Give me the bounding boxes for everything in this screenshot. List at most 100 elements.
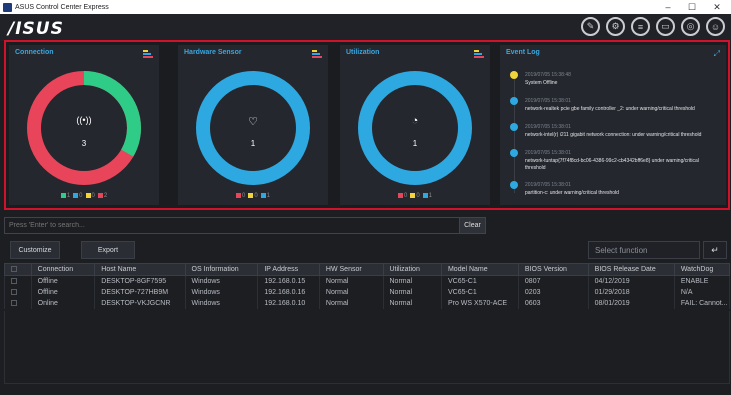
log-dot xyxy=(510,71,518,79)
column-header[interactable]: HW Sensor xyxy=(318,263,384,276)
row-checkbox[interactable] xyxy=(4,286,32,298)
column-header[interactable]: WatchDog xyxy=(673,263,731,276)
search-bar: Clear xyxy=(4,217,486,234)
hardware-sensor-count: 1 xyxy=(250,139,256,148)
table-row[interactable]: Offline DESKTOP-727HB9M Windows 192.168.… xyxy=(4,286,731,298)
log-time: 2019/07/05 15:38:48 xyxy=(525,72,571,78)
cell-ip: 192.168.0.10 xyxy=(257,297,320,309)
cell-hw-sensor: Normal xyxy=(318,286,384,298)
utilization-legend: 0 0 1 xyxy=(340,193,490,199)
bar-chart-icon[interactable] xyxy=(474,50,484,58)
log-dot xyxy=(510,149,518,157)
table-empty-area xyxy=(4,311,730,384)
cell-watchdog: FAIL: Cannot... xyxy=(673,297,731,309)
column-header[interactable]: Model Name xyxy=(440,263,519,276)
asus-logo: /ISUS xyxy=(8,19,64,39)
cell-utilization: Normal xyxy=(382,275,442,287)
cell-host-name: DESKTOP-727HB9M xyxy=(94,286,186,298)
log-time: 2019/07/05 15:38:01 xyxy=(525,124,571,130)
customize-button[interactable]: Customize xyxy=(10,241,60,259)
cell-host-name: DESKTOP-8GF7595 xyxy=(94,275,186,287)
cell-bios-date: 01/29/2018 xyxy=(587,286,675,298)
log-dot xyxy=(510,123,518,131)
utilization-count: 1 xyxy=(412,139,418,148)
gauge-icon: ◔ xyxy=(411,115,419,127)
cell-model: VC65-C1 xyxy=(440,286,519,298)
column-header[interactable]: IP Address xyxy=(257,263,320,276)
cell-model: Pro WS X570-ACE xyxy=(440,297,519,309)
log-dot xyxy=(510,97,518,105)
log-message: partition-c: under warning/critical thre… xyxy=(525,190,619,196)
log-dot xyxy=(510,181,518,189)
log-time: 2019/07/05 15:38:01 xyxy=(525,182,571,188)
cell-connection: Online xyxy=(30,297,96,309)
connection-legend: 1 0 0 2 xyxy=(9,193,159,199)
clear-button[interactable]: Clear xyxy=(459,218,485,233)
cell-bios-version: 0807 xyxy=(517,275,589,287)
cell-utilization: Normal xyxy=(382,286,442,298)
row-checkbox[interactable] xyxy=(4,275,32,287)
cell-host-name: DESKTOP-VKJGCNR xyxy=(94,297,186,309)
utilization-card[interactable]: Utilization ◔ 1 0 0 1 xyxy=(340,45,490,205)
app-icon xyxy=(3,2,12,12)
row-checkbox[interactable] xyxy=(4,297,32,309)
close-button[interactable]: ✕ xyxy=(705,0,729,14)
select-all-checkbox[interactable] xyxy=(4,263,32,276)
log-message: System Offline xyxy=(525,80,558,86)
globe-icon[interactable]: ◎ xyxy=(681,17,700,36)
hardware-sensor-card[interactable]: Hardware Sensor ♡ 1 0 0 1 xyxy=(178,45,328,205)
cell-hw-sensor: Normal xyxy=(318,297,384,309)
connection-donut xyxy=(27,71,141,185)
window-title: ASUS Control Center Express xyxy=(15,3,109,11)
card-title: Connection xyxy=(15,49,54,56)
log-time: 2019/07/05 15:38:01 xyxy=(525,150,571,156)
gear-icon[interactable]: ⚙ xyxy=(606,17,625,36)
list-icon[interactable]: ≡ xyxy=(631,17,650,36)
column-header[interactable]: Host Name xyxy=(94,263,186,276)
column-header[interactable]: Utilization xyxy=(382,263,442,276)
table-row[interactable]: Offline DESKTOP-8GF7595 Windows 192.168.… xyxy=(4,275,731,287)
cell-os: Windows xyxy=(184,275,259,287)
enter-button[interactable]: ↵ xyxy=(703,241,727,259)
cell-bios-version: 0603 xyxy=(517,297,589,309)
event-log-panel: Event Log ⤢ 2019/07/05 15:38:48 System O… xyxy=(500,45,726,205)
column-header[interactable]: OS Information xyxy=(184,263,259,276)
minimize-button[interactable]: – xyxy=(656,0,680,14)
select-function-dropdown[interactable]: Select function xyxy=(588,241,700,259)
card-title: Utilization xyxy=(346,49,380,56)
log-message: network-intel(r) i211 gigabit network co… xyxy=(525,132,702,138)
bar-chart-icon[interactable] xyxy=(312,50,322,58)
column-header[interactable]: BIOS Release Date xyxy=(587,263,675,276)
card-title: Hardware Sensor xyxy=(184,49,242,56)
maximize-button[interactable]: ☐ xyxy=(680,0,704,14)
cell-ip: 192.168.0.16 xyxy=(257,286,320,298)
expand-icon[interactable]: ⤢ xyxy=(714,49,720,59)
edit-icon[interactable]: ✎ xyxy=(581,17,600,36)
log-time: 2019/07/05 15:38:01 xyxy=(525,98,571,104)
cell-hw-sensor: Normal xyxy=(318,275,384,287)
log-message: network-tuntap{7f74f8cd-bc06-4386-99c2-c… xyxy=(525,158,699,171)
app-header: /ISUS ✎ ⚙ ≡ ▭ ◎ ☺ xyxy=(0,14,731,41)
connection-card[interactable]: Connection ((•)) 3 1 0 0 2 xyxy=(9,45,159,205)
cell-watchdog: ENABLE xyxy=(673,275,731,287)
user-icon[interactable]: ☺ xyxy=(706,17,725,36)
cell-bios-version: 0203 xyxy=(517,286,589,298)
cell-os: Windows xyxy=(184,286,259,298)
cell-watchdog: N/A xyxy=(673,286,731,298)
heart-pulse-icon: ♡ xyxy=(248,116,258,128)
cell-utilization: Normal xyxy=(382,297,442,309)
column-header[interactable]: Connection xyxy=(30,263,96,276)
table-row[interactable]: Online DESKTOP-VKJGCNR Windows 192.168.0… xyxy=(4,297,731,309)
cell-model: VC65-C1 xyxy=(440,275,519,287)
search-input[interactable] xyxy=(5,218,458,233)
header-icon-bar: ✎ ⚙ ≡ ▭ ◎ ☺ xyxy=(581,17,725,36)
event-log-title: Event Log xyxy=(506,49,540,56)
monitor-icon[interactable]: ▭ xyxy=(656,17,675,36)
bar-chart-icon[interactable] xyxy=(143,50,153,58)
device-table: Connection Host Name OS Information IP A… xyxy=(4,263,731,309)
cell-ip: 192.168.0.15 xyxy=(257,275,320,287)
window-titlebar: ASUS Control Center Express – ☐ ✕ xyxy=(0,0,731,14)
column-header[interactable]: BIOS Version xyxy=(517,263,589,276)
export-button[interactable]: Export xyxy=(81,241,135,259)
hardware-sensor-donut xyxy=(196,71,310,185)
